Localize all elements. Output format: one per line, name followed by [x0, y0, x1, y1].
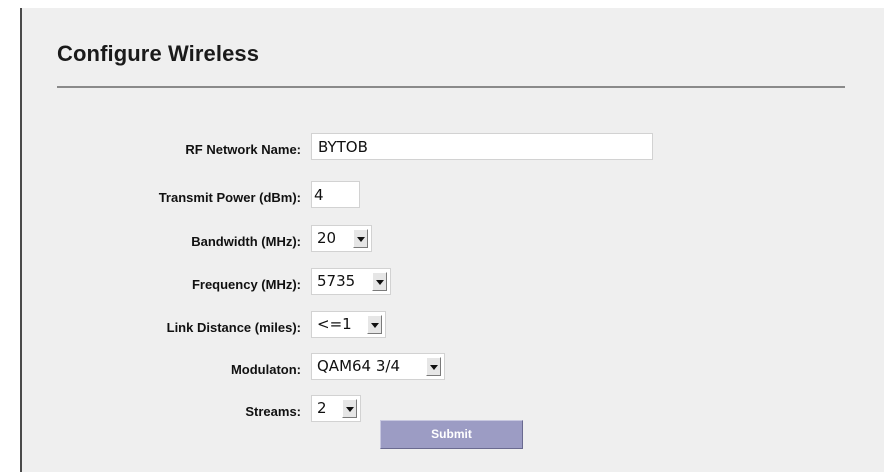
modulation-label: Modulaton: [230, 362, 301, 377]
streams-select[interactable]: 2 [311, 395, 361, 422]
link-distance-select[interactable]: <=1 [311, 311, 386, 338]
chevron-down-icon[interactable] [353, 229, 368, 248]
transmit-power-label: Transmit Power (dBm): [158, 190, 301, 205]
title-divider [57, 86, 845, 88]
network-name-input[interactable] [311, 133, 653, 160]
frequency-select[interactable]: 5735 [311, 268, 391, 295]
link-distance-label: Link Distance (miles): [166, 320, 301, 335]
streams-selected-value: 2 [317, 399, 327, 417]
bandwidth-label: Bandwidth (MHz): [191, 234, 301, 249]
configure-wireless-panel: Configure Wireless RF Network Name: Tran… [20, 8, 884, 472]
network-name-label: RF Network Name: [185, 142, 301, 157]
bandwidth-select[interactable]: 20 [311, 225, 372, 252]
chevron-down-icon[interactable] [372, 272, 387, 291]
bandwidth-selected-value: 20 [317, 229, 337, 247]
frequency-selected-value: 5735 [317, 272, 356, 290]
chevron-down-icon[interactable] [367, 315, 382, 334]
chevron-down-icon[interactable] [342, 399, 357, 418]
modulation-selected-value: QAM64 3/4 [317, 357, 401, 375]
frequency-label: Frequency (MHz): [191, 277, 301, 292]
transmit-power-input[interactable] [311, 181, 360, 208]
modulation-select[interactable]: QAM64 3/4 [311, 353, 445, 380]
submit-button[interactable]: Submit [380, 420, 523, 449]
link-distance-selected-value: <=1 [317, 315, 352, 333]
chevron-down-icon[interactable] [426, 357, 441, 376]
streams-label: Streams: [245, 404, 301, 419]
page-title: Configure Wireless [57, 41, 260, 66]
